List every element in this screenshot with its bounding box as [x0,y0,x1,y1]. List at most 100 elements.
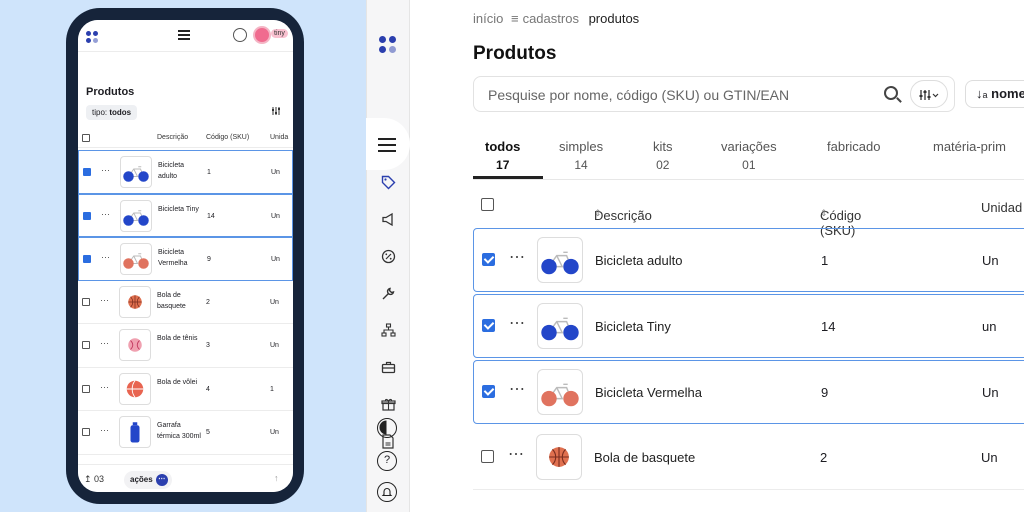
more-options-icon[interactable]: ⋯ [509,379,526,399]
filter-button[interactable] [910,80,948,108]
table-row[interactable]: ⋯ Bicicleta Tiny 14 un [473,294,1024,358]
menu-icon[interactable] [178,30,190,40]
tag-icon[interactable] [380,175,396,191]
product-name[interactable]: Bicicleta Vermelha [595,385,702,400]
briefcase-icon[interactable] [380,360,396,376]
page-title: Produtos [86,86,135,98]
column-description[interactable]: Descrição [157,134,188,141]
product-unit: Un [270,429,279,436]
row-checkbox[interactable] [482,319,495,335]
more-options-icon[interactable]: ⋯ [101,209,110,220]
column-unit[interactable]: Unidad [981,200,1022,215]
filter-sliders-icon [919,89,939,100]
hierarchy-icon[interactable] [380,323,396,339]
tab-count: 14 [574,158,588,172]
wrench-icon[interactable] [380,286,396,302]
breadcrumb-home[interactable]: início [473,11,503,26]
column-unit[interactable]: Unida [270,134,288,141]
brand-logo-icon[interactable] [86,31,98,43]
contrast-icon[interactable] [377,418,397,438]
product-unit: Un [982,253,999,268]
more-options-icon[interactable]: ⋯ [101,165,110,176]
table-row[interactable]: ⋯ Bola de basquete 2 Un [473,426,1024,490]
row-checkbox[interactable] [82,428,90,438]
column-code[interactable]: Código (SKU) [206,134,249,141]
list-item[interactable]: ⋯ Bicicleta adulto 1 Un [78,150,293,194]
row-checkbox[interactable] [482,253,495,269]
product-thumbnail [119,329,151,361]
breadcrumb-cadastros[interactable]: cadastros [523,11,579,26]
breadcrumb-current: produtos [588,11,640,26]
list-item[interactable]: ⋯ Bicicleta Vermelha 9 Un [78,237,293,281]
tab-todos[interactable]: todos 17 [485,139,520,172]
sort-button[interactable]: ↓a nome [965,80,1024,108]
bell-icon[interactable] [233,28,247,42]
tab-fabricado[interactable]: fabricado [827,139,880,158]
avatar[interactable] [253,26,271,44]
product-name[interactable]: Bicicleta adulto [158,160,202,182]
list-item[interactable]: ⋯ Garrafa térmica 300ml 5 Un [78,411,293,455]
select-all-checkbox[interactable] [481,198,494,214]
row-checkbox[interactable] [82,384,90,395]
row-checkbox[interactable] [82,297,90,308]
row-checkbox[interactable] [482,385,495,401]
list-item[interactable]: ⋯ Bola de basquete 2 Un [78,281,293,324]
filter-settings-icon[interactable] [271,106,281,116]
search-box[interactable]: Pesquise por nome, código (SKU) ou GTIN/… [473,76,955,112]
divider [352,0,366,512]
actions-button[interactable]: ações ⋯ [124,471,172,489]
more-options-icon[interactable]: ⋯ [508,444,525,464]
product-name[interactable]: Bicicleta Vermelha [158,247,202,269]
more-options-icon[interactable]: ⋯ [100,295,109,306]
product-name[interactable]: Bola de basquete [157,290,201,312]
megaphone-icon[interactable] [380,212,396,228]
list-item[interactable]: ⋯ Bicicleta Tiny 14 Un [78,193,293,237]
product-name[interactable]: Garrafa térmica 300ml [157,420,201,442]
row-checkbox[interactable] [83,255,91,265]
product-code: 9 [821,385,829,400]
row-checkbox[interactable] [481,450,494,466]
help-icon[interactable]: ? [377,451,397,471]
list-item[interactable]: ⋯ Bola de tênis 3 Un [78,324,293,368]
tab-matriaprim[interactable]: matéria-prim [933,139,1006,158]
more-options-icon[interactable]: ⋯ [509,247,526,267]
row-checkbox[interactable] [83,168,91,178]
product-unit: Un [271,212,280,220]
table-row[interactable]: ⋯ Bicicleta adulto 1 Un [473,228,1024,292]
tab-label: kits [653,139,673,154]
product-name[interactable]: Bicicleta adulto [595,253,682,268]
type-tabs: todos 17 simples 14 kits 02 variações 01 fabrica… [473,134,1024,180]
gift-icon[interactable] [380,397,396,413]
product-thumbnail [120,156,152,188]
product-name[interactable]: Bicicleta Tiny [158,204,202,215]
row-checkbox[interactable] [83,211,91,222]
type-filter-chip[interactable]: tipo: todos [86,105,138,120]
product-name[interactable]: Bola de vôlei [157,377,201,388]
more-options-icon[interactable]: ⋯ [101,252,110,263]
more-options-icon[interactable]: ⋯ [509,313,526,333]
product-thumbnail [120,243,152,275]
more-options-icon[interactable]: ⋯ [100,425,109,436]
tab-simples[interactable]: simples 14 [559,139,603,172]
brand-logo-icon[interactable] [379,36,399,56]
select-all-checkbox[interactable] [82,134,90,144]
tab-kits[interactable]: kits 02 [653,139,673,172]
product-name[interactable]: Bola de basquete [594,450,695,465]
row-checkbox[interactable] [82,341,90,351]
search-input[interactable]: Pesquise por nome, código (SKU) ou GTIN/… [488,87,789,103]
tab-count: 02 [656,158,670,172]
product-name[interactable]: Bola de tênis [157,333,201,344]
table-row[interactable]: ⋯ Bicicleta Vermelha 9 Un [473,360,1024,424]
tab-variaes[interactable]: variações 01 [721,139,777,172]
list-item[interactable]: ⋯ Bola de vôlei 4 1 [78,368,293,411]
scroll-top-icon[interactable]: ↑ [274,473,279,483]
product-unit: Un [982,385,999,400]
bell-icon[interactable] [377,482,397,502]
more-options-icon[interactable]: ⋯ [100,338,109,349]
breadcrumb-list-icon: ≡ [510,11,519,26]
more-options-icon[interactable]: ⋯ [100,382,109,393]
search-icon[interactable] [884,86,898,100]
product-code: 1 [207,169,211,176]
product-name[interactable]: Bicicleta Tiny [595,319,671,334]
percent-icon[interactable] [380,249,396,265]
